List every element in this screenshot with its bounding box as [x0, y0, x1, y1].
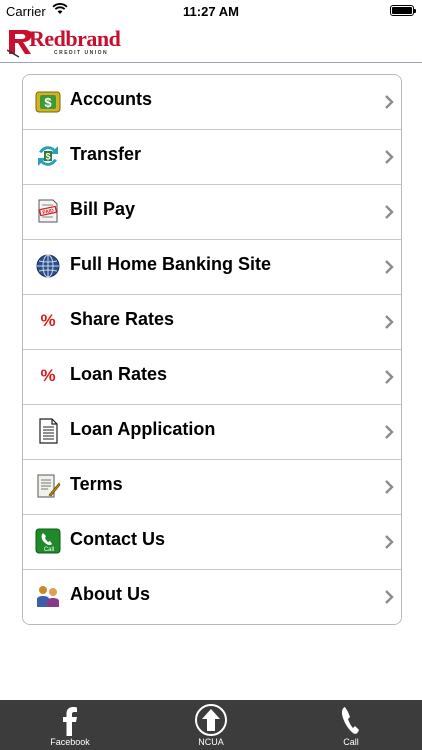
menu-label: Transfer: [70, 144, 142, 164]
menu-label: Loan Application: [70, 419, 216, 439]
phone-call-icon: Call: [35, 528, 61, 554]
transfer-icon: $: [38, 146, 58, 166]
tab-ncua[interactable]: NCUA: [161, 700, 261, 750]
chevron-right-icon: [385, 260, 394, 274]
ncua-logo-icon: [195, 704, 227, 736]
chevron-right-icon: [385, 425, 394, 439]
globe-icon: [36, 254, 60, 278]
tab-label: Call: [343, 737, 359, 747]
chevron-right-icon: [385, 370, 394, 384]
svg-text:$: $: [45, 152, 50, 162]
people-icon: [37, 586, 59, 607]
percent-icon: %: [40, 311, 56, 330]
main-menu: $ Accounts $ Transfer PAID Bill Pay Full…: [22, 74, 402, 625]
menu-label: Terms: [70, 474, 123, 494]
redbrand-logo: Redbrand CREDIT UNION: [7, 24, 121, 58]
document-icon: [39, 418, 58, 444]
menu-label: Full Home Banking Site: [70, 254, 272, 274]
tab-facebook[interactable]: Facebook: [20, 700, 120, 750]
menu-label: About Us: [70, 584, 150, 604]
menu-label: Share Rates: [70, 309, 175, 329]
tab-call[interactable]: Call: [301, 700, 401, 750]
chevron-right-icon: [385, 590, 394, 604]
bill-paid-icon: PAID: [38, 199, 58, 223]
menu-label: Contact Us: [70, 529, 166, 549]
menu-item-share-rates[interactable]: % Share Rates: [23, 295, 401, 350]
menu-item-transfer[interactable]: $ Transfer: [23, 130, 401, 185]
chevron-right-icon: [385, 150, 394, 164]
facebook-icon: [63, 707, 77, 736]
svg-text:Call: Call: [44, 547, 54, 553]
brand-subtitle: CREDIT UNION: [54, 50, 109, 56]
menu-item-bill-pay[interactable]: PAID Bill Pay: [23, 185, 401, 240]
bottom-tab-bar: Facebook NCUA Call: [0, 700, 422, 750]
chevron-right-icon: [385, 205, 394, 219]
tab-label: NCUA: [198, 737, 224, 747]
brand-name: Redbrand: [29, 26, 121, 51]
chevron-right-icon: [385, 315, 394, 329]
app-header: Redbrand CREDIT UNION: [0, 22, 422, 63]
menu-item-loan-rates[interactable]: % Loan Rates: [23, 350, 401, 405]
status-bar: Carrier 11:27 AM: [0, 0, 422, 22]
menu-item-about-us[interactable]: About Us: [23, 570, 401, 624]
chevron-right-icon: [385, 480, 394, 494]
tab-label: Facebook: [50, 737, 90, 747]
svg-text:$: $: [44, 95, 52, 110]
menu-item-terms[interactable]: Terms: [23, 460, 401, 515]
battery-icon: [390, 5, 416, 16]
menu-label: Bill Pay: [70, 199, 136, 219]
terms-document-icon: [37, 474, 61, 498]
menu-item-accounts[interactable]: $ Accounts: [23, 75, 401, 130]
chevron-right-icon: [385, 95, 394, 109]
percent-icon: %: [40, 366, 56, 385]
dollar-wallet-icon: $: [35, 91, 61, 113]
menu-item-full-home-banking-site[interactable]: Full Home Banking Site: [23, 240, 401, 295]
menu-item-contact-us[interactable]: Call Contact Us: [23, 515, 401, 570]
menu-label: Accounts: [70, 89, 153, 109]
phone-icon: [341, 707, 359, 734]
chevron-right-icon: [385, 535, 394, 549]
menu-item-loan-application[interactable]: Loan Application: [23, 405, 401, 460]
menu-label: Loan Rates: [70, 364, 168, 384]
status-time: 11:27 AM: [183, 4, 239, 19]
